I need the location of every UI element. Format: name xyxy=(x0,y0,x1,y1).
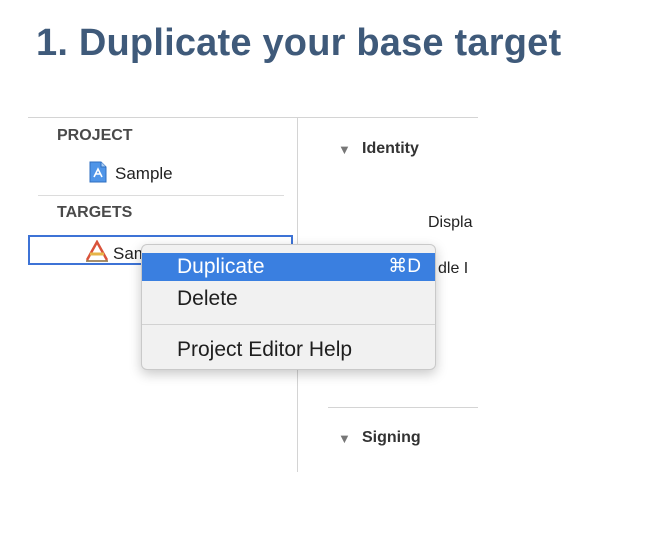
section-divider xyxy=(328,407,478,408)
disclosure-triangle-icon[interactable]: ▼ xyxy=(338,142,351,157)
context-menu: Duplicate ⌘D Delete Project Editor Help xyxy=(141,244,436,370)
menu-item-label: Project Editor Help xyxy=(177,338,353,361)
signing-section-title: Signing xyxy=(362,429,421,446)
project-file-icon xyxy=(88,161,108,188)
menu-item-delete[interactable]: Delete xyxy=(142,285,435,313)
bundle-identifier-label: dle I xyxy=(438,260,469,277)
sidebar-item-label: Sample xyxy=(115,164,173,183)
menu-shortcut: ⌘D xyxy=(388,256,421,277)
section-divider xyxy=(38,195,284,196)
project-section-header: PROJECT xyxy=(57,127,133,144)
identity-section-title: Identity xyxy=(362,140,419,157)
display-name-label: Displa xyxy=(428,214,473,231)
menu-separator xyxy=(142,324,435,325)
disclosure-triangle-icon[interactable]: ▼ xyxy=(338,431,351,446)
menu-item-duplicate[interactable]: Duplicate ⌘D xyxy=(142,253,435,281)
sidebar-item-project[interactable]: Sample xyxy=(88,161,173,188)
targets-section-header: TARGETS xyxy=(57,204,133,221)
app-target-icon xyxy=(84,239,110,267)
menu-item-label: Delete xyxy=(177,287,238,310)
page-title: 1. Duplicate your base target xyxy=(36,22,562,64)
menu-item-project-editor-help[interactable]: Project Editor Help xyxy=(142,336,435,364)
menu-item-label: Duplicate xyxy=(177,255,265,278)
